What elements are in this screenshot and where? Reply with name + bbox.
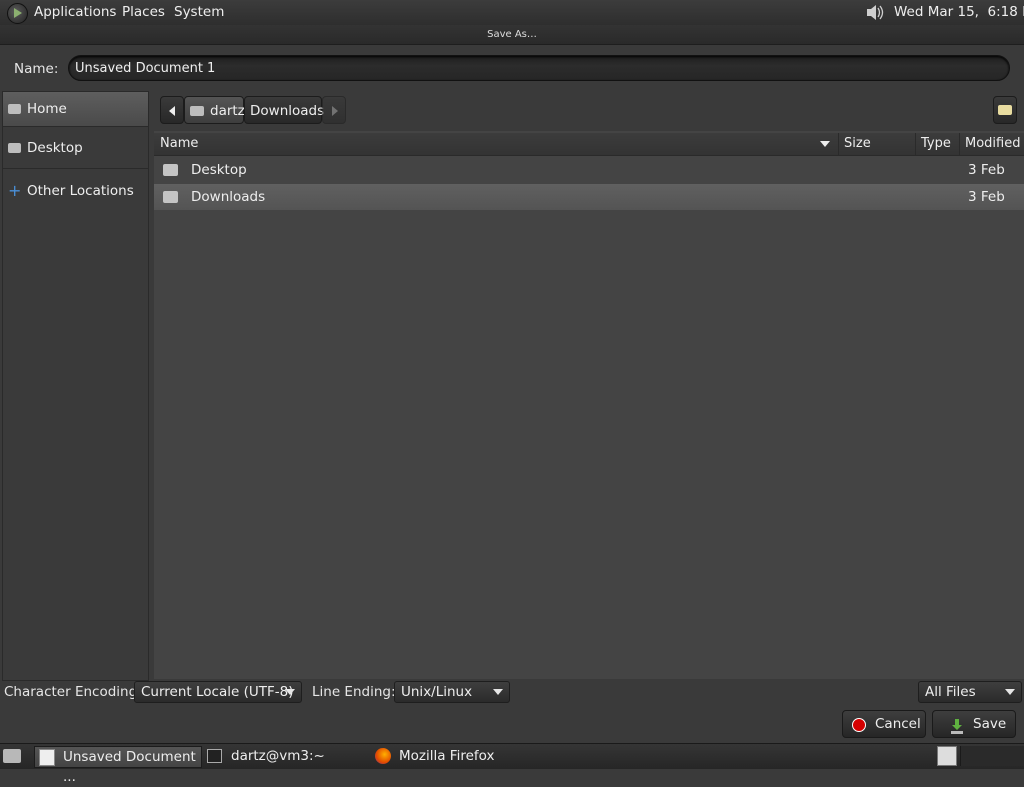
volume-icon[interactable] <box>865 3 885 22</box>
sidebar-item-desktop[interactable]: Desktop <box>3 131 148 165</box>
file-filter-value: All Files <box>925 684 976 700</box>
terminal-icon <box>207 749 222 763</box>
sidebar-item-label: Desktop <box>27 140 83 156</box>
sort-chevron-down-icon[interactable] <box>820 141 830 147</box>
new-folder-icon <box>998 105 1012 115</box>
places-sidebar: Home Desktop + Other Locations <box>2 91 149 681</box>
firefox-icon <box>375 748 391 764</box>
encoding-label: Character Encoding: <box>4 684 142 700</box>
task-unsaved-document[interactable]: Unsaved Document ... <box>34 746 202 785</box>
text-editor-icon <box>39 749 55 766</box>
distro-logo-icon[interactable] <box>7 3 28 24</box>
table-row-selected[interactable]: Downloads 3 Feb <box>154 184 1024 210</box>
plus-icon: + <box>8 181 22 200</box>
task-label: Unsaved Document ... <box>63 749 196 785</box>
file-name: Downloads <box>191 189 266 205</box>
dialog-title: Save As… <box>487 29 537 40</box>
filename-input[interactable] <box>68 55 1010 81</box>
sidebar-item-label: Home <box>27 101 67 117</box>
chevron-down-icon <box>1005 689 1015 695</box>
home-folder-icon <box>8 104 21 114</box>
column-divider <box>959 133 960 155</box>
path-forward-button[interactable] <box>322 96 346 124</box>
folder-icon <box>163 191 178 203</box>
column-header <box>154 133 1024 156</box>
top-panel: Applications Places System Wed Mar 15, 6… <box>0 0 1024 26</box>
dialog-titlebar: Save As… <box>0 25 1024 45</box>
file-modified: 3 Feb <box>968 162 1005 178</box>
cancel-icon <box>852 718 866 732</box>
column-name[interactable]: Name <box>160 136 198 151</box>
column-type[interactable]: Type <box>921 136 951 151</box>
show-desktop-icon[interactable] <box>3 749 21 763</box>
chevron-down-icon <box>285 689 295 695</box>
cancel-label: Cancel <box>875 716 921 732</box>
encoding-value: Current Locale (UTF-8) <box>141 684 294 700</box>
save-button[interactable]: Save <box>932 710 1016 738</box>
line-ending-select[interactable]: Unix/Linux <box>394 681 510 703</box>
chevron-down-icon <box>493 689 503 695</box>
path-segment-downloads[interactable]: Downloads <box>244 96 325 124</box>
sidebar-item-home[interactable]: Home <box>3 92 148 127</box>
path-segment-label: dartz <box>210 103 245 119</box>
sidebar-divider <box>3 168 148 169</box>
desktop-folder-icon <box>8 143 21 153</box>
table-row[interactable]: Desktop 3 Feb <box>154 157 1024 183</box>
workspace-switcher-icon[interactable] <box>937 746 957 766</box>
desktop-folder-icon <box>163 164 178 176</box>
line-ending-label: Line Ending: <box>312 684 396 700</box>
column-divider <box>915 133 916 155</box>
file-name: Desktop <box>191 162 247 178</box>
file-filter-select[interactable]: All Files <box>918 681 1022 703</box>
column-divider <box>838 133 839 155</box>
menu-applications[interactable]: Applications <box>34 4 116 20</box>
workspace-switcher[interactable] <box>960 746 1024 766</box>
encoding-select[interactable]: Current Locale (UTF-8) <box>134 681 302 703</box>
task-label: Mozilla Firefox <box>399 748 495 764</box>
cancel-button[interactable]: Cancel <box>842 710 926 738</box>
chevron-right-icon <box>332 106 338 116</box>
menu-system[interactable]: System <box>174 4 224 20</box>
task-terminal[interactable]: dartz@vm3:~ <box>204 746 364 766</box>
sidebar-item-label: Other Locations <box>27 183 134 199</box>
column-size[interactable]: Size <box>844 136 871 151</box>
task-firefox[interactable]: Mozilla Firefox <box>372 746 552 766</box>
sidebar-item-other-locations[interactable]: + Other Locations <box>3 174 148 208</box>
path-back-button[interactable] <box>160 96 184 124</box>
line-ending-value: Unix/Linux <box>401 684 473 700</box>
create-folder-button[interactable] <box>993 96 1017 124</box>
save-label: Save <box>973 716 1007 732</box>
path-segment-label: Downloads <box>250 103 325 119</box>
path-segment-dartz[interactable]: dartz <box>184 96 245 124</box>
task-label: dartz@vm3:~ <box>231 748 325 764</box>
menu-places[interactable]: Places <box>122 4 165 20</box>
clock[interactable]: Wed Mar 15, 6:18 PM <box>894 4 1024 20</box>
download-arrow-icon <box>950 717 964 743</box>
home-folder-icon <box>190 106 204 116</box>
column-modified[interactable]: Modified <box>965 136 1020 151</box>
chevron-left-icon <box>169 106 175 116</box>
name-label: Name: <box>14 61 59 77</box>
file-modified: 3 Feb <box>968 189 1005 205</box>
